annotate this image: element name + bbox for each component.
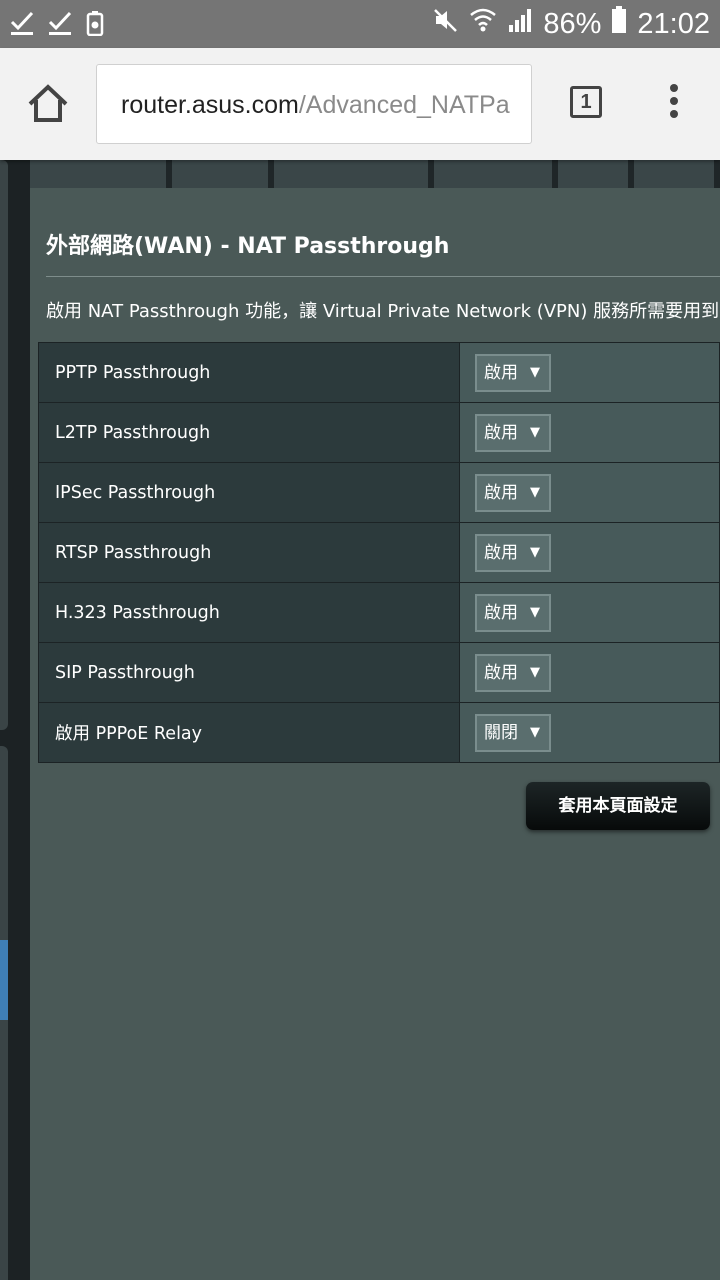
tab[interactable] — [558, 160, 628, 188]
battery-percent: 86% — [543, 7, 602, 40]
sidebar-active-item[interactable] — [0, 940, 8, 1020]
battery-saver-icon — [86, 10, 104, 40]
tab[interactable] — [30, 160, 166, 188]
tab[interactable] — [172, 160, 268, 188]
tabs-button[interactable]: 1 — [570, 86, 602, 118]
table-row: 啟用 PPPoE Relay 關閉 ▼ — [38, 702, 720, 763]
table-row: L2TP Passthrough 啟用 ▼ — [38, 402, 720, 463]
signal-icon — [507, 7, 533, 41]
tab[interactable] — [634, 160, 714, 188]
sidebar-menu — [0, 160, 30, 1280]
check-icon — [48, 10, 72, 40]
dropdown-arrow-icon: ▼ — [530, 664, 540, 680]
select-value: 啟用 — [484, 662, 518, 683]
page-title: 外部網路(WAN) - NAT Passthrough — [46, 234, 450, 259]
page-description: 啟用 NAT Passthrough 功能，讓 Virtual Private … — [46, 301, 720, 322]
setting-label: 啟用 PPPoE Relay — [38, 702, 460, 763]
apply-button[interactable]: 套用本頁面設定 — [526, 782, 710, 830]
table-row: SIP Passthrough 啟用 ▼ — [38, 642, 720, 703]
url-path: /Advanced_NATPa — [298, 91, 510, 119]
tab[interactable] — [274, 160, 428, 188]
rtsp-select[interactable]: 啟用 ▼ — [475, 533, 551, 572]
tab-count: 1 — [580, 91, 592, 113]
home-icon — [28, 84, 68, 122]
setting-label: RTSP Passthrough — [38, 522, 460, 583]
dropdown-arrow-icon: ▼ — [530, 364, 540, 380]
l2tp-select[interactable]: 啟用 ▼ — [475, 413, 551, 452]
url-host: router.asus.com — [121, 91, 299, 119]
check-icon — [10, 10, 34, 40]
select-value: 啟用 — [484, 542, 518, 563]
more-vert-icon[interactable] — [662, 84, 686, 124]
home-button[interactable] — [26, 82, 70, 126]
select-value: 啟用 — [484, 362, 518, 383]
sidebar-panel-top — [0, 160, 8, 730]
select-value: 啟用 — [484, 482, 518, 503]
setting-label: IPSec Passthrough — [38, 462, 460, 523]
select-value: 關閉 — [484, 722, 518, 743]
mute-icon — [433, 7, 459, 41]
dropdown-arrow-icon: ▼ — [530, 484, 540, 500]
dropdown-arrow-icon: ▼ — [530, 544, 540, 560]
sip-select[interactable]: 啟用 ▼ — [475, 653, 551, 692]
status-bar: 86% 21:02 — [0, 0, 720, 48]
select-value: 啟用 — [484, 602, 518, 623]
clock: 21:02 — [637, 7, 710, 40]
table-row: H.323 Passthrough 啟用 ▼ — [38, 582, 720, 643]
dropdown-arrow-icon: ▼ — [530, 604, 540, 620]
table-row: PPTP Passthrough 啟用 ▼ — [38, 342, 720, 403]
pptp-select[interactable]: 啟用 ▼ — [475, 353, 551, 392]
h323-select[interactable]: 啟用 ▼ — [475, 593, 551, 632]
url-bar[interactable]: router.asus.com/Advanced_NATPa — [96, 64, 532, 144]
table-row: RTSP Passthrough 啟用 ▼ — [38, 522, 720, 583]
select-value: 啟用 — [484, 422, 518, 443]
setting-label: L2TP Passthrough — [38, 402, 460, 463]
browser-toolbar: router.asus.com/Advanced_NATPa 1 — [0, 48, 720, 160]
setting-label: SIP Passthrough — [38, 642, 460, 703]
title-divider — [46, 276, 720, 277]
tab[interactable] — [434, 160, 552, 188]
dropdown-arrow-icon: ▼ — [530, 724, 540, 740]
setting-label: PPTP Passthrough — [38, 342, 460, 403]
setting-label: H.323 Passthrough — [38, 582, 460, 643]
wifi-icon — [469, 7, 497, 41]
battery-icon — [611, 6, 627, 42]
settings-table: PPTP Passthrough 啟用 ▼ L2TP Passthrough 啟用… — [38, 342, 720, 763]
pppoe-relay-select[interactable]: 關閉 ▼ — [475, 713, 551, 752]
table-row: IPSec Passthrough 啟用 ▼ — [38, 462, 720, 523]
submenu-tabs — [30, 160, 720, 188]
dropdown-arrow-icon: ▼ — [530, 424, 540, 440]
ipsec-select[interactable]: 啟用 ▼ — [475, 473, 551, 512]
